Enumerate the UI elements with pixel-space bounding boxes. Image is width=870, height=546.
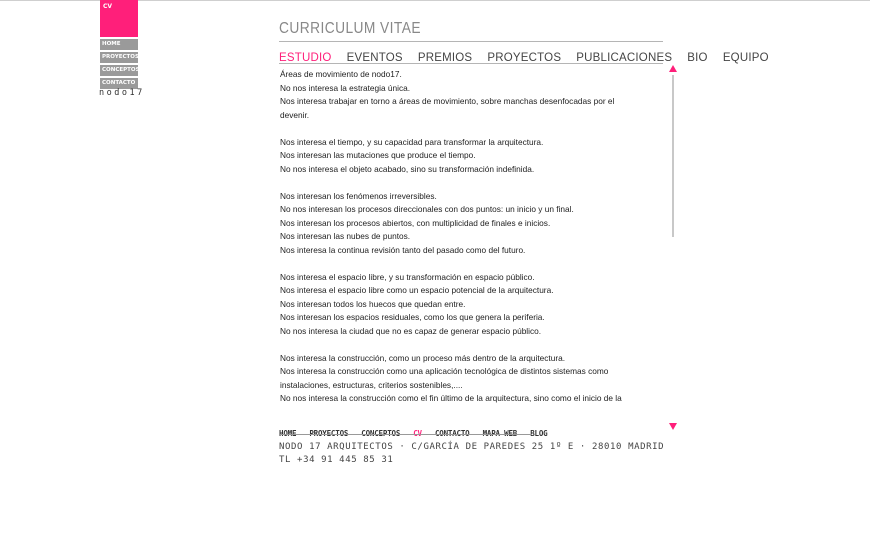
content-line: Nos interesan los fenómenos irreversible… — [280, 190, 437, 201]
content-text-area[interactable]: Áreas de movimiento de nodo17. No nos in… — [280, 68, 655, 410]
content-line: No nos interesa el objeto acabado, sino … — [280, 163, 535, 174]
content-line: No nos interesa la ciudad que no es capa… — [280, 325, 542, 336]
title-divider — [279, 41, 663, 42]
content-line: Nos interesan los procesos abiertos, con… — [280, 217, 551, 228]
footer-nav: HOME PROYECTOS CONCEPTOS CV CONTACTO MAP… — [279, 421, 555, 440]
content-line: Nos interesa la continua revisión tanto … — [280, 244, 526, 255]
content-line: No nos interesa la construcción como el … — [280, 393, 622, 403]
content-line: Nos interesan los espacios residuales, c… — [280, 312, 545, 322]
footer-divider — [279, 434, 532, 435]
content-line: Nos interesan las nubes de puntos. — [280, 231, 411, 241]
content-line: Áreas de movimiento de nodo17. — [280, 69, 402, 79]
content-line: Nos interesa el espacio libre como un es… — [280, 285, 554, 295]
tabs-divider — [279, 63, 663, 64]
content-line: No nos interesan los procesos direcciona… — [280, 204, 574, 214]
tab-bio[interactable]: BIO — [687, 52, 707, 64]
address-line: NODO 17 ARQUITECTOS · C/GARCÍA DE PAREDE… — [279, 442, 665, 452]
brand-wordmark[interactable]: nodo17 — [99, 88, 145, 98]
side-menu-proyectos[interactable]: PROYECTOS — [100, 52, 138, 63]
content-line: Nos interesan las mutaciones que produce… — [280, 150, 476, 160]
tab-equipo[interactable]: EQUIPO — [723, 52, 769, 64]
cv-logo-label: CV — [103, 3, 113, 10]
content-line: Nos interesa el espacio libre, y su tran… — [280, 271, 535, 282]
scroll-up-arrow-icon[interactable] — [669, 65, 677, 72]
phone-line: TL +34 91 445 85 31 — [279, 454, 394, 465]
content-line: No nos interesa la estrategia única. — [280, 82, 411, 93]
content-line: Nos interesan todos los huecos que queda… — [280, 298, 466, 309]
side-menu-home[interactable]: HOME — [100, 39, 138, 50]
page-title: CURRICULUM VITAE — [279, 20, 421, 37]
cv-logo-block[interactable]: CV — [100, 0, 138, 37]
content-line: Nos interesa la construcción, como un pr… — [280, 352, 566, 363]
content-line: Nos interesa el tiempo, y su capacidad p… — [280, 136, 544, 147]
content-line: Nos interesa la construcción como una ap… — [280, 366, 609, 376]
scrollbar-track[interactable] — [672, 75, 674, 237]
content-line: Nos interesa trabajar en torno a áreas d… — [280, 96, 615, 106]
footer-link-blog[interactable]: BLOG — [530, 429, 547, 438]
content-line: instalaciones, estructuras, criterios so… — [280, 379, 463, 390]
content-line: devenir. — [280, 109, 310, 120]
footer-address: NODO 17 ARQUITECTOS · C/GARCÍA DE PAREDE… — [279, 441, 664, 466]
side-menu-conceptos[interactable]: CONCEPTOS — [100, 65, 138, 76]
scroll-down-arrow-icon[interactable] — [669, 423, 677, 430]
side-menu: HOME PROYECTOS CONCEPTOS CONTACTO — [100, 39, 138, 91]
